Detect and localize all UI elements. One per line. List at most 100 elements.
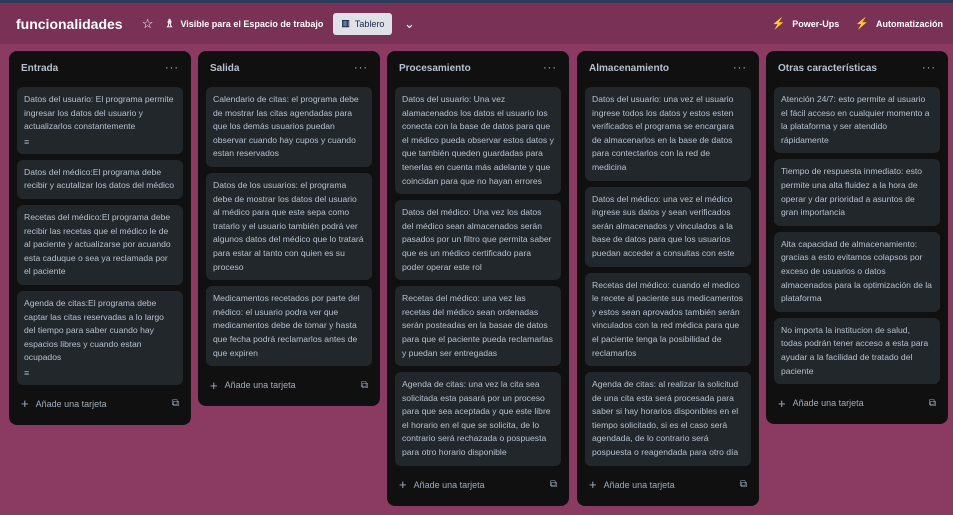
list-2[interactable]: Procesamiento ··· Datos del usuario: Una v… bbox=[387, 51, 569, 506]
add-card-label: Añade una tarjeta bbox=[35, 398, 107, 409]
list-title[interactable]: Procesamiento bbox=[399, 63, 471, 74]
plus-icon: + bbox=[399, 477, 407, 493]
list-header: Procesamiento ··· bbox=[395, 55, 561, 81]
card[interactable]: Datos del médico: Una vez los datos del … bbox=[395, 200, 561, 281]
card[interactable]: Calendario de citas: el programa debe de… bbox=[206, 87, 372, 167]
card-title: No importa la institucion de salud, toda… bbox=[781, 324, 929, 376]
add-card-row: + Añade una tarjeta ⧉ bbox=[395, 472, 561, 498]
list-3[interactable]: Almacenamiento ··· Datos del usuario: una … bbox=[577, 51, 759, 506]
add-card-row: + Añade una tarjeta ⧉ bbox=[206, 372, 372, 398]
list-1[interactable]: Salida ··· Calendario de citas: el program… bbox=[198, 51, 380, 407]
card-title: Datos del médico: Una vez los datos del … bbox=[402, 207, 552, 272]
list-4[interactable]: Otras características ··· Atención 24/7: e… bbox=[766, 51, 948, 425]
card-title: Atención 24/7: esto permite al usuario e… bbox=[781, 94, 930, 145]
list-menu-icon[interactable]: ··· bbox=[354, 62, 368, 74]
card[interactable]: Alta capacidad de almacenamiento: gracia… bbox=[774, 231, 940, 312]
list-menu-icon[interactable]: ··· bbox=[733, 62, 747, 74]
card-title: Datos del usuario: una vez el usuario in… bbox=[592, 94, 734, 172]
add-card-button[interactable]: + Añade una tarjeta bbox=[399, 477, 485, 492]
add-card-button[interactable]: + Añade una tarjeta bbox=[21, 396, 107, 411]
card-title: Agenda de citas: al realizar la solicitu… bbox=[592, 379, 739, 458]
card-title: Datos del médico:El programa debe recibi… bbox=[24, 166, 174, 191]
template-icon[interactable]: ⧉ bbox=[361, 380, 368, 391]
powerups-button[interactable]: ⚡ Power-Ups bbox=[772, 17, 840, 30]
list-0[interactable]: Entrada ··· Datos del usuario: El programa… bbox=[9, 51, 191, 425]
add-card-button[interactable]: + Añade una tarjeta bbox=[778, 396, 864, 411]
card-title: Recetas del médico: una vez las recetas … bbox=[402, 293, 553, 358]
list-title[interactable]: Almacenamiento bbox=[589, 63, 669, 74]
list-header: Almacenamiento ··· bbox=[585, 55, 751, 81]
card[interactable]: Atención 24/7: esto permite al usuario e… bbox=[774, 87, 940, 154]
list-menu-icon[interactable]: ··· bbox=[543, 62, 557, 74]
card[interactable]: Datos del médico: una vez el médico ingr… bbox=[585, 186, 751, 267]
list-menu-icon[interactable]: ··· bbox=[922, 62, 936, 74]
card[interactable]: Medicamentos recetados por parte del méd… bbox=[206, 286, 372, 367]
chevron-down-icon[interactable]: ⌄ bbox=[398, 13, 420, 35]
card-title: Agenda de citas: una vez la cita sea sol… bbox=[402, 379, 551, 458]
list-header: Otras características ··· bbox=[774, 55, 940, 81]
plus-icon: + bbox=[778, 395, 786, 411]
card-title: Datos del médico: una vez el médico ingr… bbox=[592, 193, 735, 258]
add-card-label: Añade una tarjeta bbox=[413, 479, 485, 490]
visibility-label: Visible para el Espacio de trabajo bbox=[180, 18, 324, 29]
list-header: Salida ··· bbox=[206, 55, 372, 81]
card-title: Recetas del médico:El programa debe reci… bbox=[24, 211, 171, 277]
card[interactable]: Datos de los usuarios: el programa debe … bbox=[206, 172, 372, 281]
board-view-icon: ▥ bbox=[341, 18, 350, 28]
list-title[interactable]: Entrada bbox=[21, 63, 58, 74]
card[interactable]: Agenda de citas: una vez la cita sea sol… bbox=[395, 372, 561, 466]
add-card-row: + Añade una tarjeta ⧉ bbox=[774, 390, 940, 416]
add-card-label: Añade una tarjeta bbox=[603, 479, 675, 490]
board-header: funcionalidades ☆ ♗ Visible para el Espa… bbox=[0, 0, 953, 44]
list-title[interactable]: Salida bbox=[210, 63, 239, 74]
card[interactable]: Datos del usuario: Una vez alamacenados … bbox=[395, 87, 561, 195]
add-card-row: + Añade una tarjeta ⧉ bbox=[17, 391, 183, 417]
card[interactable]: Datos del usuario: El programa permite i… bbox=[17, 87, 183, 154]
powerups-label: Power-Ups bbox=[792, 18, 840, 29]
card[interactable]: Recetas del médico: cuando el medico le … bbox=[585, 272, 751, 367]
add-card-button[interactable]: + Añade una tarjeta bbox=[210, 378, 296, 393]
card-title: Recetas del médico: cuando el medico le … bbox=[592, 279, 743, 358]
card[interactable]: Recetas del médico:El programa debe reci… bbox=[17, 204, 183, 285]
plus-icon: + bbox=[21, 396, 29, 412]
plus-icon: + bbox=[210, 377, 218, 393]
card-title: Datos del usuario: El programa permite i… bbox=[24, 94, 174, 132]
card-title: Medicamentos recetados por parte del méd… bbox=[213, 293, 360, 358]
add-card-row: + Añade una tarjeta ⧉ bbox=[585, 472, 751, 498]
card[interactable]: No importa la institucion de salud, toda… bbox=[774, 317, 940, 385]
rocket-icon: ⚡ bbox=[771, 18, 786, 30]
card[interactable]: Recetas del médico: una vez las recetas … bbox=[395, 286, 561, 367]
description-icon: ≡ bbox=[24, 367, 30, 378]
automation-label: Automatización bbox=[875, 18, 943, 29]
card-title: Tiempo de respuesta inmediato: esto perm… bbox=[781, 166, 923, 218]
card[interactable]: Datos del usuario: una vez el usuario in… bbox=[585, 87, 751, 181]
card[interactable]: Tiempo de respuesta inmediato: esto perm… bbox=[774, 159, 940, 226]
description-icon: ≡ bbox=[24, 136, 30, 147]
template-icon[interactable]: ⧉ bbox=[550, 479, 557, 490]
card-title: Alta capacidad de almacenamiento: gracia… bbox=[781, 238, 932, 304]
lightning-icon: ⚡ bbox=[855, 18, 869, 30]
template-icon[interactable]: ⧉ bbox=[172, 398, 179, 409]
card-title: Calendario de citas: el programa debe de… bbox=[213, 94, 359, 159]
view-label: Tablero bbox=[354, 18, 385, 29]
visibility-icon: ♗ bbox=[164, 18, 175, 30]
board-title[interactable]: funcionalidades bbox=[16, 16, 123, 32]
view-switch-button[interactable]: ▥ Tablero bbox=[333, 12, 393, 35]
template-icon[interactable]: ⧉ bbox=[929, 398, 936, 409]
visibility-button[interactable]: ♗ Visible para el Espacio de trabajo bbox=[165, 17, 324, 30]
card[interactable]: Agenda de citas: al realizar la solicitu… bbox=[585, 372, 751, 466]
card-title: Agenda de citas:El programa debe captar … bbox=[24, 297, 164, 363]
card[interactable]: Agenda de citas:El programa debe captar … bbox=[17, 290, 183, 385]
list-header: Entrada ··· bbox=[17, 55, 183, 81]
card-title: Datos de los usuarios: el programa debe … bbox=[213, 179, 364, 272]
add-card-button[interactable]: + Añade una tarjeta bbox=[589, 477, 675, 492]
star-icon[interactable]: ☆ bbox=[137, 13, 159, 35]
add-card-label: Añade una tarjeta bbox=[224, 380, 296, 391]
card[interactable]: Datos del médico:El programa debe recibi… bbox=[17, 159, 183, 199]
plus-icon: + bbox=[589, 477, 597, 493]
list-menu-icon[interactable]: ··· bbox=[165, 62, 179, 74]
automation-button[interactable]: ⚡ Automatización bbox=[855, 17, 943, 30]
add-card-label: Añade una tarjeta bbox=[792, 398, 864, 409]
template-icon[interactable]: ⧉ bbox=[740, 479, 747, 490]
list-title[interactable]: Otras características bbox=[778, 63, 877, 74]
